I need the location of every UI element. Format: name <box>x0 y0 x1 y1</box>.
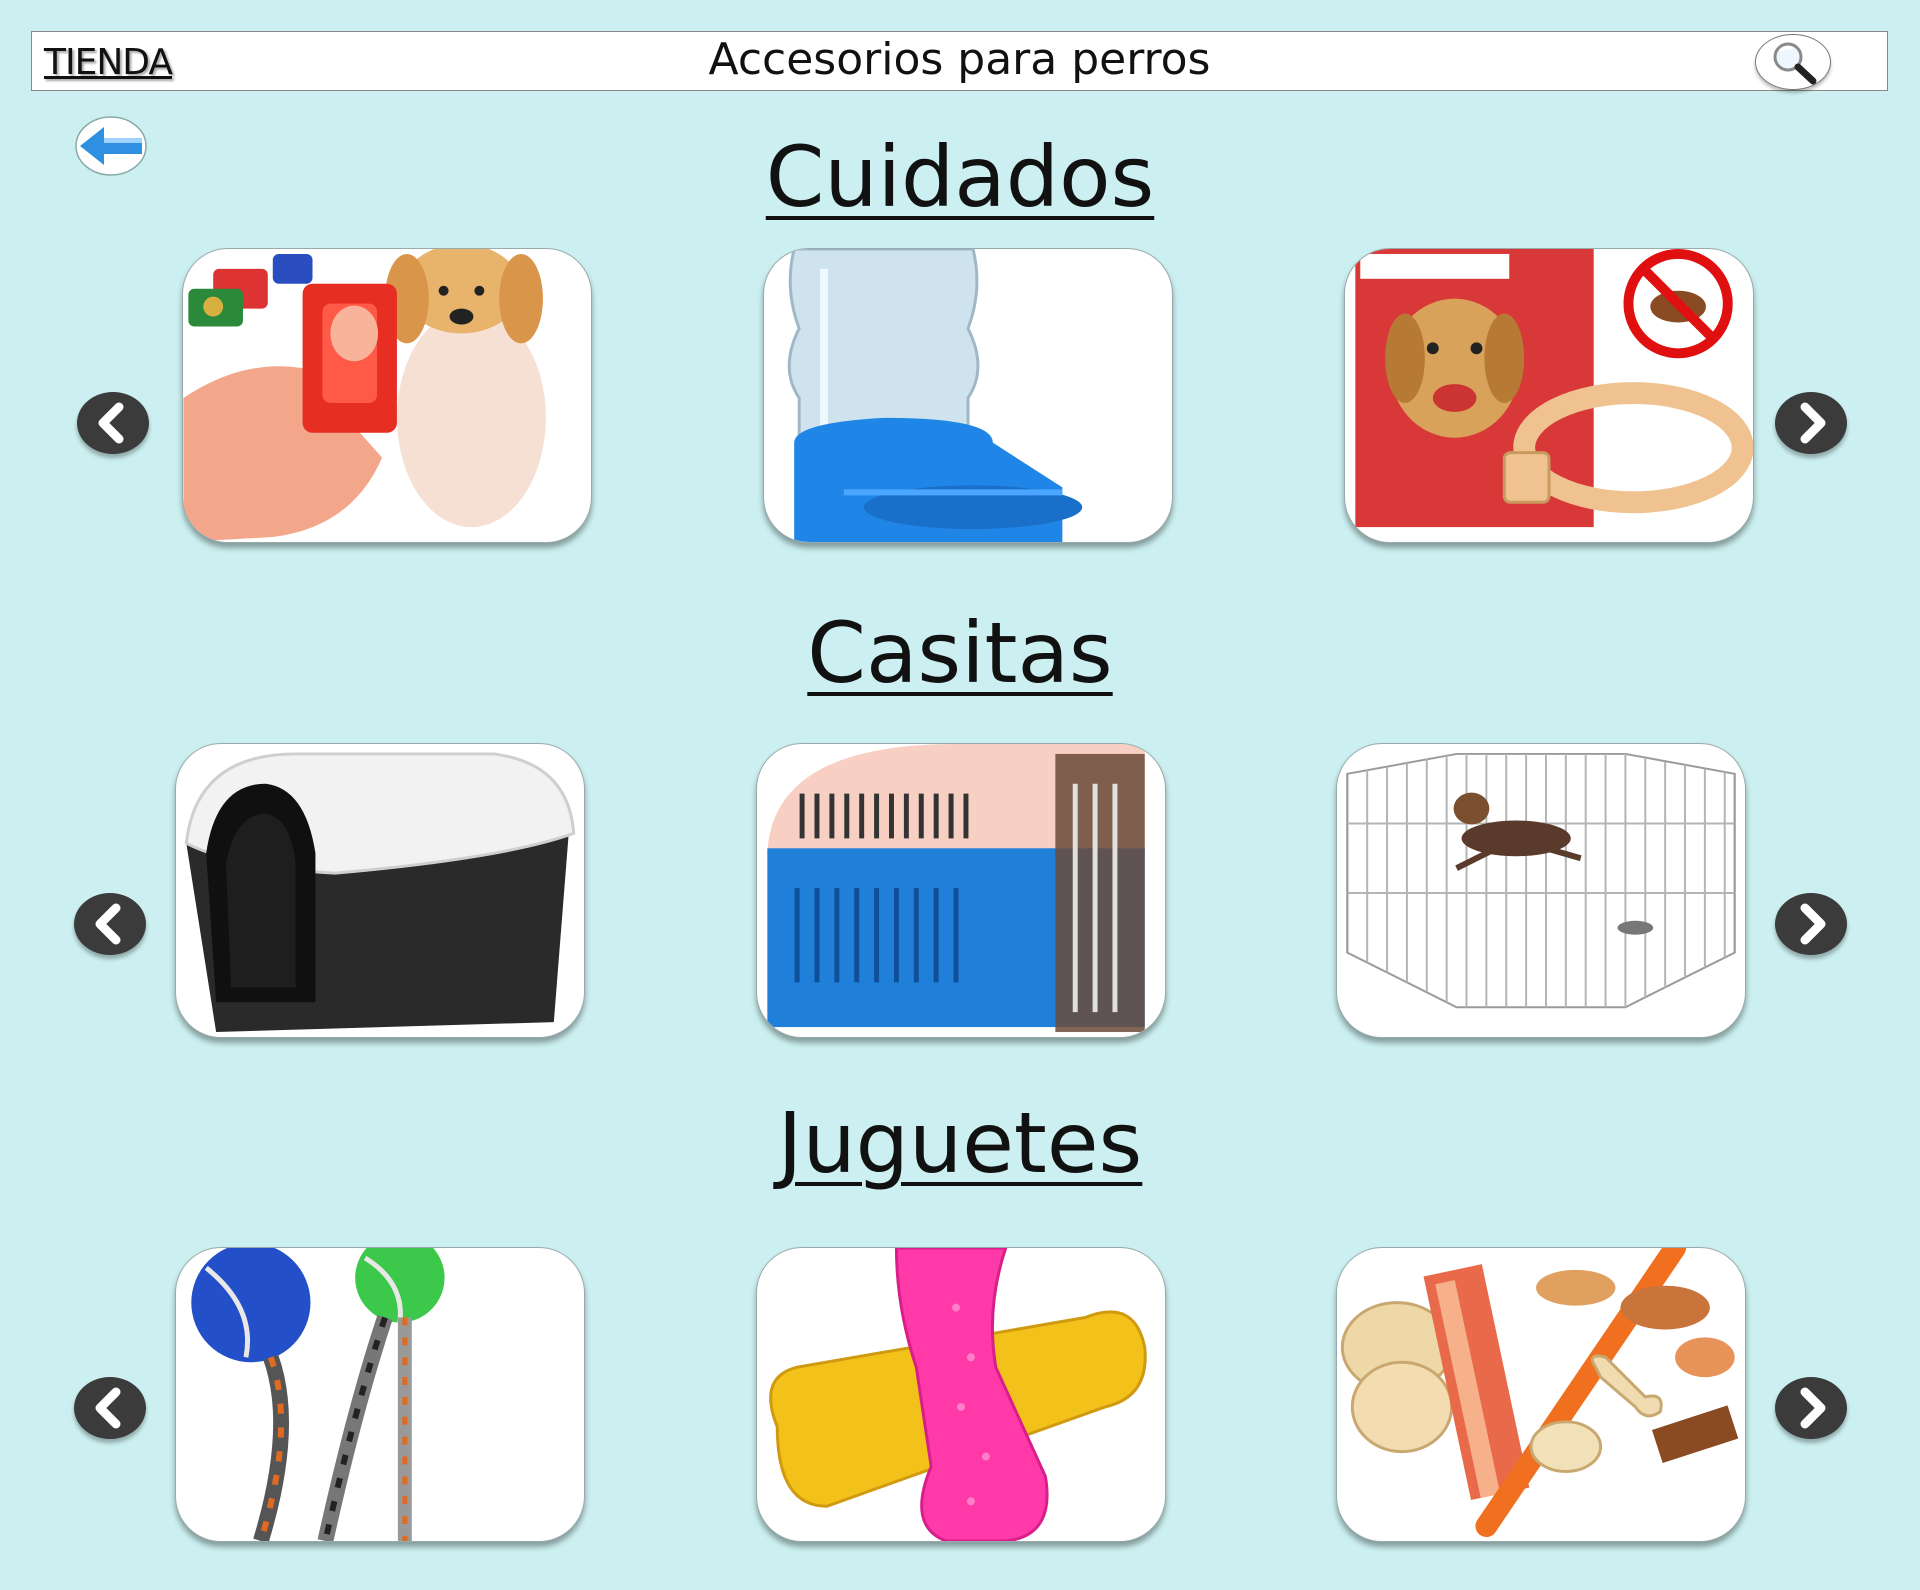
chevron-left-icon <box>95 903 121 945</box>
product-card-water-dispenser[interactable] <box>763 248 1173 543</box>
playpen-image <box>1346 752 1736 1009</box>
chevron-left-icon <box>98 402 124 444</box>
product-card-rope-toy[interactable] <box>175 1247 585 1542</box>
section-title-casitas: Casitas <box>807 604 1113 702</box>
dog-house-image <box>184 752 576 1033</box>
juguetes-next-button[interactable] <box>1775 1377 1847 1439</box>
water-dispenser-image <box>787 249 1083 542</box>
search-button[interactable] <box>1755 34 1831 90</box>
product-card-bone-toy[interactable] <box>756 1247 1166 1542</box>
top-bar: TIENDA Accesorios para perros <box>31 31 1888 91</box>
product-card-pet-carrier[interactable] <box>756 743 1166 1038</box>
pet-carrier-image <box>767 744 1145 1033</box>
section-title-cuidados: Cuidados <box>765 128 1155 226</box>
juguetes-prev-button[interactable] <box>74 1377 146 1439</box>
product-card-clicker[interactable] <box>182 248 592 543</box>
rubber-bone-toy-image <box>769 1248 1147 1541</box>
casitas-prev-button[interactable] <box>74 893 146 955</box>
dog-treats-image <box>1340 1248 1739 1538</box>
chevron-right-icon <box>1800 1387 1826 1429</box>
cuidados-prev-button[interactable] <box>77 392 149 454</box>
page-title: Accesorios para perros <box>708 34 1211 85</box>
chevron-left-icon <box>95 1387 121 1429</box>
product-card-dog-house[interactable] <box>175 743 585 1038</box>
product-card-flea-collar[interactable] <box>1344 248 1754 543</box>
section-title-juguetes: Juguetes <box>777 1094 1143 1192</box>
product-card-treats[interactable] <box>1336 1247 1746 1542</box>
cuidados-next-button[interactable] <box>1775 392 1847 454</box>
casitas-next-button[interactable] <box>1775 893 1847 955</box>
clicker-training-image <box>183 249 546 542</box>
chevron-right-icon <box>1800 903 1826 945</box>
rope-ball-toy-image <box>191 1248 445 1541</box>
flea-collar-image <box>1355 249 1753 528</box>
magnifier-icon <box>1773 42 1817 85</box>
chevron-right-icon <box>1800 402 1826 444</box>
product-card-playpen[interactable] <box>1336 743 1746 1038</box>
